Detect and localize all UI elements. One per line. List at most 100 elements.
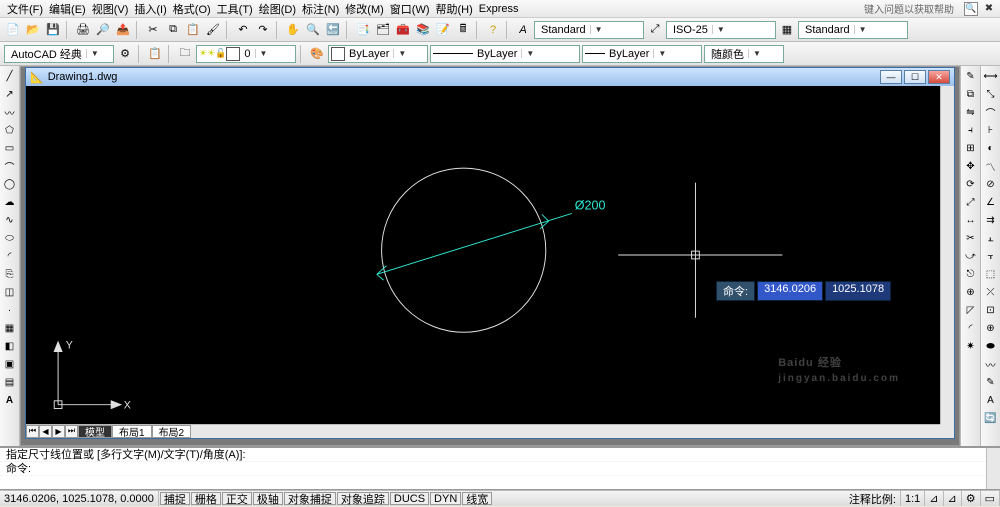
dimstyle-icon[interactable]: ⤢: [646, 21, 664, 39]
plotstyle-dropdown[interactable]: 随颜色▼: [704, 45, 784, 63]
explode-icon[interactable]: ✷: [963, 338, 979, 354]
point-icon[interactable]: ·: [2, 302, 18, 318]
dimtedit-icon[interactable]: A: [983, 392, 999, 408]
paste-icon[interactable]: 📋: [184, 21, 202, 39]
designcenter-icon[interactable]: 🗂: [374, 21, 392, 39]
workspace-dropdown[interactable]: AutoCAD 经典▼: [4, 45, 114, 63]
redo-icon[interactable]: ↷: [254, 21, 272, 39]
scrollbar-v[interactable]: [940, 86, 954, 424]
textstyle-dropdown[interactable]: Standard▼: [534, 21, 644, 39]
rect-icon[interactable]: ▭: [2, 140, 18, 156]
menu-tools[interactable]: 工具(T): [214, 0, 256, 18]
tab-model[interactable]: 模型: [78, 425, 112, 438]
menu-dimension[interactable]: 标注(N): [299, 0, 342, 18]
polygon-icon[interactable]: ⬠: [2, 122, 18, 138]
toggle-osnap[interactable]: 对象捕捉: [284, 492, 336, 505]
dimedit-icon[interactable]: ✎: [983, 374, 999, 390]
help-search-hint[interactable]: 键入问题以获取帮助: [864, 1, 960, 16]
save-icon[interactable]: 💾: [44, 21, 62, 39]
layer-props-icon[interactable]: 🗀: [176, 45, 194, 63]
dim-text[interactable]: Ø200: [575, 199, 606, 213]
minimize-button[interactable]: —: [880, 70, 902, 84]
sheetset-icon[interactable]: 📚: [414, 21, 432, 39]
layer-dropdown[interactable]: ☀☀🔓 0▼: [196, 45, 296, 63]
new-icon[interactable]: 📄: [4, 21, 22, 39]
menu-edit[interactable]: 编辑(E): [46, 0, 89, 18]
textstyle-icon[interactable]: A: [514, 21, 532, 39]
publish-icon[interactable]: 📤: [114, 21, 132, 39]
cleanscreen-icon[interactable]: ▭: [981, 491, 1000, 506]
qdim-icon[interactable]: ⇉: [983, 212, 999, 228]
mtext-icon[interactable]: A: [2, 392, 18, 408]
revcloud-icon[interactable]: ☁: [2, 194, 18, 210]
drawing-titlebar[interactable]: 📐 Drawing1.dwg — ☐ ✕: [26, 68, 954, 86]
properties-icon[interactable]: 📑: [354, 21, 372, 39]
toggle-dyn[interactable]: DYN: [430, 492, 461, 505]
annoscale-value[interactable]: 1:1: [901, 491, 925, 506]
search-icon[interactable]: 🔍: [964, 2, 978, 16]
linetype-dropdown[interactable]: ByLayer▼: [430, 45, 580, 63]
menu-format[interactable]: 格式(O): [170, 0, 214, 18]
array-icon[interactable]: ⊞: [963, 140, 979, 156]
dimali-icon[interactable]: ⤡: [983, 86, 999, 102]
color-icon[interactable]: 🎨: [308, 45, 326, 63]
dyn-y-field[interactable]: 1025.1078: [825, 281, 891, 301]
command-window[interactable]: 指定尺寸线位置或 [多行文字(M)/文字(T)/角度(A)]: 命令:: [0, 446, 1000, 490]
matchprop-icon[interactable]: 🖌: [204, 21, 222, 39]
erase-icon[interactable]: ✎: [963, 68, 979, 84]
centermark-icon[interactable]: ⊕: [983, 320, 999, 336]
extend-icon[interactable]: ⤻: [963, 248, 979, 264]
toggle-lwt[interactable]: 线宽: [462, 492, 492, 505]
toolpalettes-icon[interactable]: 🧰: [394, 21, 412, 39]
color-dropdown[interactable]: ByLayer▼: [328, 45, 428, 63]
ellipse-icon[interactable]: ⬭: [2, 230, 18, 246]
dimdia-icon[interactable]: ⊘: [983, 176, 999, 192]
cut-icon[interactable]: ✂: [144, 21, 162, 39]
markups-icon[interactable]: 📝: [434, 21, 452, 39]
menu-express[interactable]: Express: [476, 2, 522, 16]
dimstyle-dropdown[interactable]: ISO-25▼: [666, 21, 776, 39]
join-icon[interactable]: ⊕: [963, 284, 979, 300]
dimupdate-icon[interactable]: 🔄: [983, 410, 999, 426]
model-viewport[interactable]: Ø200 Y X 命令: 3146.0206 1025.1078 Baidu 经…: [26, 86, 940, 424]
dimrad-icon[interactable]: ◐: [983, 140, 999, 156]
workspace-settings-icon[interactable]: ⚙: [116, 45, 134, 63]
block-icon[interactable]: ◫: [2, 284, 18, 300]
cmd-scrollbar[interactable]: [986, 448, 1000, 489]
toggle-grid[interactable]: 栅格: [191, 492, 221, 505]
preview-icon[interactable]: 🔎: [94, 21, 112, 39]
dimcont-icon[interactable]: ⫟: [983, 248, 999, 264]
dynamic-input[interactable]: 命令: 3146.0206 1025.1078: [716, 281, 891, 301]
menu-insert[interactable]: 插入(I): [131, 0, 169, 18]
dimjogline-icon[interactable]: 〰: [983, 356, 999, 372]
insert-icon[interactable]: ⎘: [2, 266, 18, 282]
toggle-polar[interactable]: 极轴: [253, 492, 283, 505]
nav-first-icon[interactable]: ⏮: [26, 425, 39, 438]
undo-icon[interactable]: ↶: [234, 21, 252, 39]
dimang-icon[interactable]: ∠: [983, 194, 999, 210]
arc-icon[interactable]: ⌒: [2, 158, 18, 174]
nav-prev-icon[interactable]: ◀: [39, 425, 52, 438]
table-icon[interactable]: ▤: [2, 374, 18, 390]
nav-last-icon[interactable]: ⏭: [65, 425, 78, 438]
help-close-icon[interactable]: ✖: [982, 2, 996, 16]
menu-modify[interactable]: 修改(M): [342, 0, 387, 18]
fillet-icon[interactable]: ◜: [963, 320, 979, 336]
annoautoscale-icon[interactable]: ⊿: [944, 491, 962, 506]
nav-next-icon[interactable]: ▶: [52, 425, 65, 438]
copyobj-icon[interactable]: ⧉: [963, 86, 979, 102]
maximize-button[interactable]: ☐: [904, 70, 926, 84]
gradient-icon[interactable]: ◧: [2, 338, 18, 354]
status-misc-icon[interactable]: ⚙: [962, 491, 981, 506]
xline-icon[interactable]: ↗: [2, 86, 18, 102]
annovisibility-icon[interactable]: ⊿: [925, 491, 943, 506]
print-icon[interactable]: 🖨: [74, 21, 92, 39]
spline-icon[interactable]: ∿: [2, 212, 18, 228]
ellipsearc-icon[interactable]: ◜: [2, 248, 18, 264]
menu-file[interactable]: 文件(F): [4, 0, 46, 18]
dimord-icon[interactable]: ⊦: [983, 122, 999, 138]
trim-icon[interactable]: ✂: [963, 230, 979, 246]
cmd-prompt[interactable]: 命令:: [0, 462, 1000, 476]
chamfer-icon[interactable]: ◸: [963, 302, 979, 318]
move-icon[interactable]: ✥: [963, 158, 979, 174]
